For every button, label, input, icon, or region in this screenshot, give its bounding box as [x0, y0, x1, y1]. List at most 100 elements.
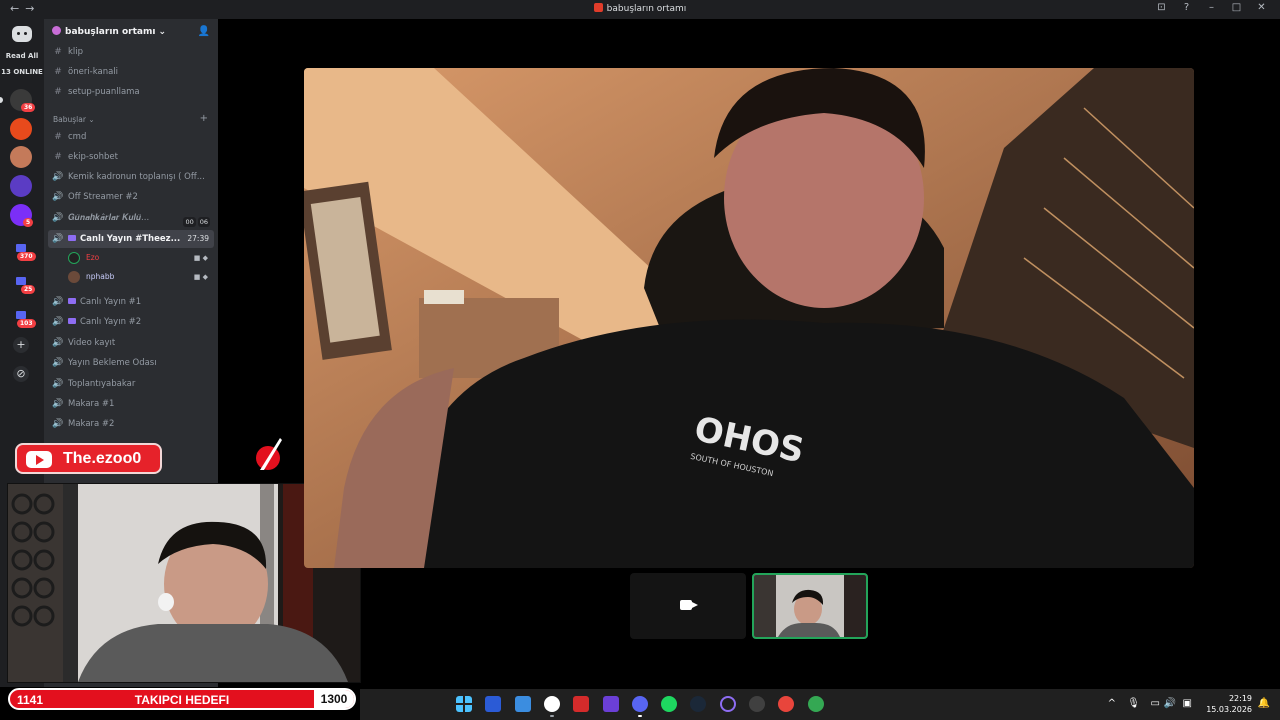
- folder-icon[interactable]: [16, 311, 26, 319]
- voice-channel[interactable]: 🔊 Toplantıyabakar: [52, 375, 214, 393]
- voice-channel[interactable]: 🔊 Kemik kadronun toplanışı ( Off...: [52, 168, 214, 186]
- launcher-icon[interactable]: [603, 696, 619, 712]
- voice-channel[interactable]: 🔊 Video kayıt: [52, 334, 214, 352]
- discord-home-icon[interactable]: [12, 26, 32, 42]
- chevron-down-icon: ⌄: [158, 27, 167, 37]
- avatar: [68, 252, 80, 264]
- server-header[interactable]: babuşların ortamı ⌄: [52, 26, 166, 37]
- category-header[interactable]: Babuşlar ⌄: [53, 115, 95, 124]
- participant-video-image: [754, 575, 866, 637]
- server-icon-3[interactable]: [10, 146, 32, 168]
- video-icon: ■ ◆: [193, 254, 208, 262]
- window-title: babuşların ortamı: [0, 3, 1280, 14]
- server-icon-2[interactable]: [10, 118, 32, 140]
- read-all-button[interactable]: Read All: [0, 52, 44, 60]
- server-badge: 5: [23, 218, 34, 227]
- windows-start-icon[interactable]: [456, 696, 472, 712]
- follower-goal-bar: 1141 TAKIPCI HEDEFI 1300: [8, 688, 356, 710]
- close-button[interactable]: ✕: [1249, 2, 1274, 13]
- voicemeeter-icon[interactable]: [573, 696, 589, 712]
- speaker-icon: 🔊: [52, 419, 64, 429]
- voice-member[interactable]: nphabb ■ ◆: [68, 269, 214, 285]
- voice-channel[interactable]: 🔊 Makara #2: [52, 415, 214, 433]
- voice-channel[interactable]: 🔊 Yayın Bekleme Odası: [52, 354, 214, 372]
- live-icon: [68, 235, 76, 241]
- speaker-icon: 🔊: [52, 358, 64, 368]
- goal-target: 1300: [314, 690, 354, 708]
- steam-icon[interactable]: [690, 696, 706, 712]
- video-icon: ■ ◆: [193, 273, 208, 281]
- youtube-icon: [26, 451, 52, 468]
- user-limit-counter: 00 06: [183, 217, 210, 227]
- speaker-icon: 🔊: [52, 379, 64, 389]
- add-member-icon[interactable]: 👤: [198, 26, 210, 37]
- online-count: 13 ONLINE: [1, 68, 43, 76]
- tools-icon[interactable]: [749, 696, 765, 712]
- main-video-stage[interactable]: OHOS SOUTH OF HOUSTON: [304, 68, 1194, 568]
- notification-bell-icon[interactable]: 🔔: [1258, 698, 1270, 709]
- spotify-icon[interactable]: [661, 696, 677, 712]
- channel-cmd[interactable]: # cmd: [52, 128, 214, 146]
- server-icon-4[interactable]: [10, 175, 32, 197]
- hashtag-icon: #: [54, 87, 62, 97]
- speaker-icon: 🔊: [52, 338, 64, 348]
- speaker-icon: 🔊: [52, 192, 64, 202]
- folder-icon[interactable]: [16, 244, 26, 252]
- app-circle-icon[interactable]: [720, 696, 736, 712]
- chrome-alt-icon[interactable]: [808, 696, 824, 712]
- discover-icon[interactable]: ⊘: [13, 366, 29, 382]
- server-icon: [52, 26, 61, 35]
- inbox-icon[interactable]: ⊡: [1149, 2, 1174, 13]
- video-camera-icon: [680, 600, 698, 610]
- channel-ekip-sohbet[interactable]: # ekip-sohbet: [52, 148, 214, 166]
- add-server-icon[interactable]: +: [13, 337, 29, 353]
- folder-badge: 370: [17, 252, 36, 261]
- speaker-icon: 🔊: [52, 234, 64, 244]
- speaker-icon: 🔊: [52, 399, 64, 409]
- voice-channel[interactable]: 🔊 Makara #1: [52, 395, 214, 413]
- chrome-icon[interactable]: [778, 696, 794, 712]
- live-icon: [68, 298, 76, 304]
- obs-icon[interactable]: [544, 696, 560, 712]
- server-pill: [0, 97, 3, 103]
- add-channel-icon[interactable]: +: [200, 113, 208, 124]
- stream-channel[interactable]: 🔊 Canlı Yayın #1: [52, 293, 214, 311]
- microphone-icon[interactable]: 🎙: [1127, 698, 1140, 709]
- server-badge: 36: [21, 103, 36, 112]
- avatar: [68, 271, 80, 283]
- maximize-button[interactable]: □: [1224, 2, 1249, 13]
- chevron-up-icon[interactable]: ^: [1108, 698, 1116, 709]
- clock[interactable]: 22:19 15.03.2026: [1192, 693, 1252, 715]
- channel-oneri-kanali[interactable]: # öneri-kanali: [52, 63, 214, 81]
- notepad-icon[interactable]: [515, 696, 531, 712]
- battery-icon[interactable]: ▣: [1183, 698, 1192, 709]
- voice-member[interactable]: Ezo ■ ◆: [68, 250, 214, 266]
- minimize-button[interactable]: –: [1199, 2, 1224, 13]
- folder-icon[interactable]: [16, 277, 26, 285]
- speaker-icon: 🔊: [52, 297, 64, 307]
- terminal-icon[interactable]: [485, 696, 501, 712]
- channel-klip[interactable]: # klip: [52, 43, 214, 61]
- title-bar: ←→ babuşların ortamı ⊡? – □ ✕: [0, 0, 1280, 19]
- network-icon[interactable]: ▭: [1151, 698, 1160, 709]
- youtube-handle-overlay: The.ezoo0: [15, 443, 162, 474]
- server-icon: [593, 3, 603, 12]
- call-timer: 27:39: [187, 234, 209, 243]
- hashtag-icon: #: [54, 67, 62, 77]
- stream-channel[interactable]: 🔊 Canlı Yayın #2: [52, 313, 214, 331]
- goal-label: TAKIPCI HEDEFI: [134, 693, 230, 707]
- discord-icon[interactable]: [632, 696, 648, 712]
- participant-tile-camera-off[interactable]: [630, 573, 746, 639]
- running-indicator: [550, 715, 554, 717]
- hashtag-icon: #: [54, 152, 62, 162]
- channel-setup-puanllama[interactable]: # setup-puanllama: [52, 83, 214, 101]
- video-feed-image: OHOS SOUTH OF HOUSTON: [304, 68, 1194, 568]
- live-icon: [68, 318, 76, 324]
- voice-channel[interactable]: 🔊 𝑮𝒖̈𝒏𝒂𝒉𝒌𝒂̂𝒓𝒍𝒂𝒓 𝑲𝒖𝒍𝒖̈... 00 06: [52, 209, 214, 227]
- participant-tile-speaking[interactable]: [752, 573, 868, 639]
- volume-icon[interactable]: 🔊: [1164, 698, 1176, 709]
- help-icon[interactable]: ?: [1174, 2, 1199, 13]
- voice-channel[interactable]: 🔊 Off Streamer #2: [52, 188, 214, 206]
- active-voice-channel[interactable]: 🔊 Canlı Yayın #Theez... 27:39: [48, 230, 214, 248]
- window-controls: ⊡? – □ ✕: [1149, 2, 1274, 13]
